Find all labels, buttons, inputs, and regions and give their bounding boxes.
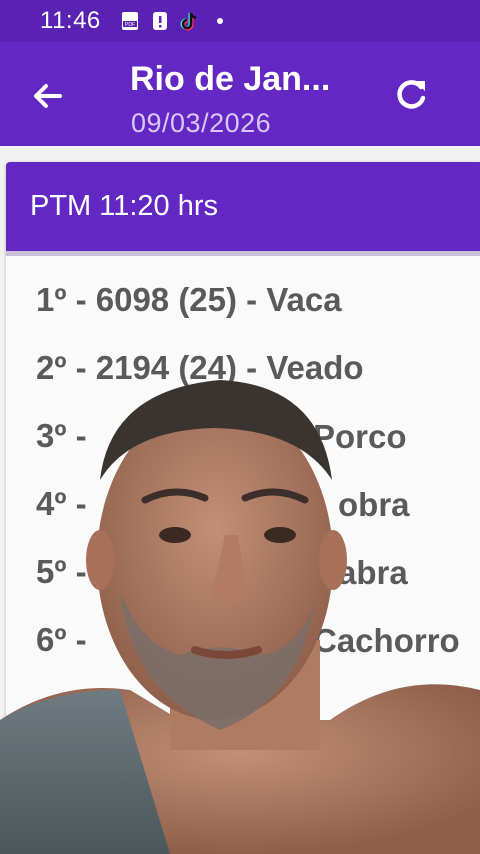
result-item: 1º - 6098 (25) - Vaca: [36, 281, 342, 318]
refresh-icon[interactable]: [390, 74, 432, 116]
alert-icon: [152, 12, 167, 30]
pdf-icon: PDF: [121, 12, 138, 30]
svg-text:PDF: PDF: [125, 22, 135, 28]
page-date: 09/03/2026: [131, 108, 272, 138]
notification-dot: [216, 18, 223, 24]
page-title: Rio de Jan...: [130, 60, 331, 98]
tiktok-icon: [180, 12, 197, 31]
draw-header: PTM 11:20 hrs: [6, 162, 480, 256]
status-bar: 11:46 PDF: [0, 0, 480, 42]
back-arrow-icon[interactable]: [28, 76, 68, 116]
app-bar: Rio de Jan... 09/03/2026: [0, 42, 480, 146]
video-overlay-person: [0, 380, 480, 854]
status-time: 11:46: [40, 7, 101, 34]
